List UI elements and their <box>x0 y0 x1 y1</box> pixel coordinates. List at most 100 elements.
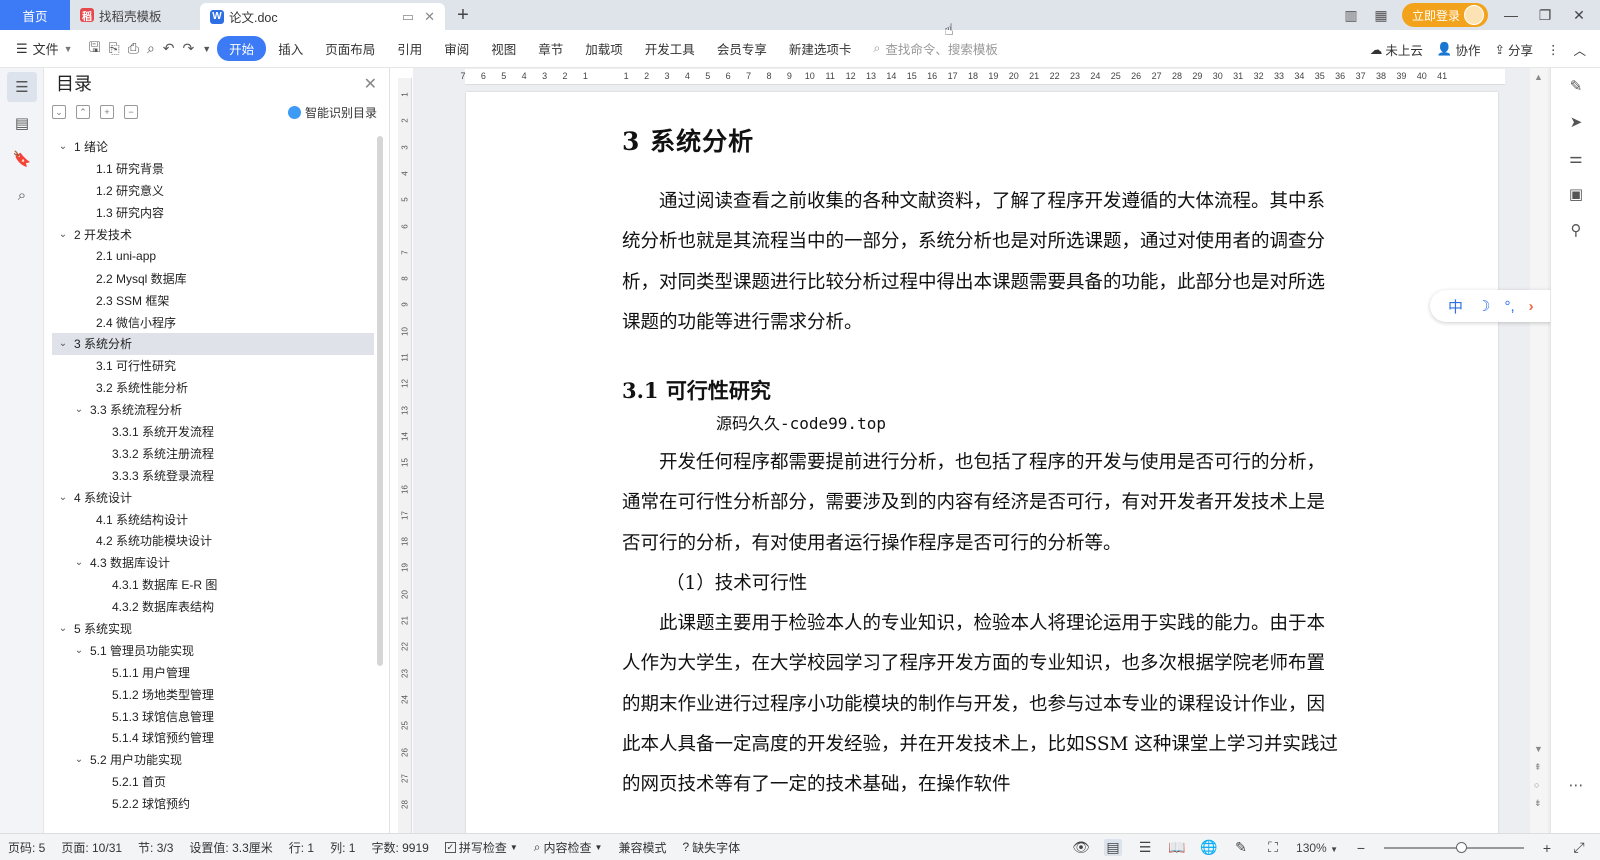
toc-item[interactable]: ⌄ 3 系统分析 <box>52 333 374 355</box>
rail-more-icon[interactable]: ⋯ <box>1551 767 1600 803</box>
select-browse-icon[interactable]: ○ <box>1534 780 1539 790</box>
toc-item[interactable]: 3.2 系统性能分析 <box>52 377 374 399</box>
ribbon-tab-7[interactable]: 加载项 <box>575 36 633 61</box>
next-page-icon[interactable]: ⇟ <box>1534 798 1542 809</box>
toc-item[interactable]: 5.1.4 球馆预约管理 <box>52 727 374 749</box>
document-page[interactable]: 3 系统分析 通过阅读查看之前收集的各种文献资料，了解了程序开发遵循的大体流程。… <box>466 92 1498 842</box>
toc-item[interactable]: 3.3.2 系统注册流程 <box>52 442 374 464</box>
chevron-down-icon[interactable]: ⌄ <box>56 338 70 349</box>
chevron-down-icon[interactable]: ⌄ <box>72 404 86 415</box>
toc-item[interactable]: 4.1 系统结构设计 <box>52 508 374 530</box>
command-search[interactable]: ⌕ 查找命令、搜索模板 <box>873 39 1123 58</box>
export-pdf-icon[interactable]: ⎘ <box>109 40 120 57</box>
page-view-icon[interactable]: ▤ <box>1104 839 1123 856</box>
scroll-up-icon[interactable]: ▲ <box>1534 72 1543 82</box>
toc-item[interactable]: 4.3.2 数据库表结构 <box>52 596 374 618</box>
zoom-value[interactable]: 130% ▼ <box>1296 841 1338 855</box>
image-tool-icon[interactable]: ▣ <box>1551 176 1600 212</box>
close-icon[interactable]: ✕ <box>364 74 377 94</box>
layout-toggle-icon[interactable]: ▥ <box>1342 7 1360 24</box>
save-icon[interactable]: 🖫 <box>89 37 101 61</box>
print-preview-icon[interactable]: ⌕ <box>147 40 155 57</box>
prev-page-icon[interactable]: ⇞ <box>1534 762 1542 773</box>
print-icon[interactable]: ⎙ <box>128 40 139 57</box>
quick-more-icon[interactable]: ▼ <box>202 44 211 54</box>
compat-mode-label[interactable]: 兼容模式 <box>610 839 674 856</box>
tab-templates[interactable]: 稻 找稻壳模板 <box>70 0 200 30</box>
toc-item[interactable]: 2.2 Mysql 数据库 <box>52 267 374 289</box>
location-icon[interactable]: ⚲ <box>1551 212 1600 248</box>
chevron-down-icon[interactable]: ⌄ <box>56 623 70 634</box>
tab-close-icon[interactable]: ✕ <box>424 9 435 25</box>
chevron-down-icon[interactable]: ⌄ <box>72 557 86 568</box>
eye-protect-icon[interactable]: 👁 <box>1072 839 1090 856</box>
file-menu-button[interactable]: ☰ 文件 ▼ <box>0 39 83 58</box>
chevron-down-icon[interactable]: ⌄ <box>72 754 86 765</box>
collaborate-button[interactable]: 👤 协作 <box>1437 40 1481 59</box>
toc-item[interactable]: 1.2 研究意义 <box>52 180 374 202</box>
document-scrollbar[interactable]: ▲ ▼ ⇞ ○ ⇟ <box>1530 68 1548 833</box>
toc-item[interactable]: ⌄ 5.1 管理员功能实现 <box>52 639 374 661</box>
edit-pen-icon[interactable]: ✎ <box>1551 68 1600 104</box>
ribbon-tab-5[interactable]: 视图 <box>481 36 526 61</box>
cloud-status-button[interactable]: ☁ 未上云 <box>1370 40 1423 59</box>
undo-icon[interactable]: ↶ <box>163 40 175 57</box>
toc-item[interactable]: 1.3 研究内容 <box>52 202 374 224</box>
ribbon-tab-10[interactable]: 新建选项卡 <box>779 36 862 61</box>
toc-item[interactable]: 5.2.2 球馆预约 <box>52 793 374 815</box>
expand-all-icon[interactable]: ⌃ <box>76 105 90 119</box>
collapse-ribbon-icon[interactable]: ︿ <box>1573 40 1586 59</box>
zoom-out-icon[interactable]: − <box>1352 840 1370 856</box>
toc-item[interactable]: ⌄ 5.2 用户功能实现 <box>52 749 374 771</box>
chevron-right-icon[interactable]: › <box>1529 298 1534 315</box>
ime-lang-label[interactable]: 中 <box>1448 296 1463 317</box>
bookmark-icon[interactable]: 🔖 <box>7 144 37 174</box>
read-view-icon[interactable]: 📖 <box>1168 839 1186 856</box>
ribbon-tab-3[interactable]: 引用 <box>387 36 432 61</box>
toc-item[interactable]: ⌄ 4 系统设计 <box>52 486 374 508</box>
find-icon[interactable]: ⌕ <box>7 180 37 210</box>
ribbon-tab-2[interactable]: 页面布局 <box>315 36 385 61</box>
fullscreen-icon[interactable]: ⤢ <box>1570 839 1588 856</box>
ribbon-tab-1[interactable]: 插入 <box>268 36 313 61</box>
toc-item[interactable]: 5.2.1 首页 <box>52 771 374 793</box>
chevron-down-icon[interactable]: ⌄ <box>72 645 86 656</box>
ribbon-tab-9[interactable]: 会员专享 <box>707 36 777 61</box>
minimize-icon[interactable]: — <box>1500 7 1522 23</box>
select-pointer-icon[interactable]: ➤ <box>1551 104 1600 140</box>
toc-item[interactable]: 2.3 SSM 框架 <box>52 289 374 311</box>
ime-punct-label[interactable]: °, <box>1504 298 1514 315</box>
ime-moon-label[interactable]: ☽ <box>1477 297 1490 315</box>
toc-item[interactable]: ⌄ 2 开发技术 <box>52 224 374 246</box>
status-word-count[interactable]: 字数: 9919 <box>363 839 436 856</box>
chevron-down-icon[interactable]: ⌄ <box>56 492 70 503</box>
apps-grid-icon[interactable]: ▦ <box>1372 7 1390 24</box>
toc-item[interactable]: ⌄ 3.3 系统流程分析 <box>52 399 374 421</box>
ribbon-tab-6[interactable]: 章节 <box>528 36 573 61</box>
ribbon-tab-0[interactable]: 开始 <box>217 36 267 61</box>
write-mode-icon[interactable]: ✎ <box>1232 839 1250 856</box>
zoom-slider[interactable] <box>1384 841 1524 853</box>
toc-item[interactable]: ⌄ 1 绪论 <box>52 136 374 158</box>
share-button[interactable]: ⇪ 分享 <box>1494 40 1533 59</box>
toc-item[interactable]: 3.3.3 系统登录流程 <box>52 464 374 486</box>
toc-item[interactable]: 3.1 可行性研究 <box>52 355 374 377</box>
zoom-slider-thumb[interactable] <box>1456 841 1467 853</box>
fit-page-icon[interactable]: ⛶ <box>1264 839 1282 856</box>
chapter-nav-icon[interactable]: ▤ <box>7 108 37 138</box>
outline-view-icon[interactable]: ☰ <box>1136 839 1154 856</box>
toc-item[interactable]: ⌄ 5 系统实现 <box>52 618 374 640</box>
redo-icon[interactable]: ↷ <box>183 40 195 57</box>
content-check-toggle[interactable]: ⌕ 内容检查 ▼ <box>526 839 611 856</box>
web-view-icon[interactable]: 🌐 <box>1200 839 1218 856</box>
toc-item[interactable]: 2.1 uni-app <box>52 245 374 267</box>
tab-home[interactable]: 首页 <box>0 0 70 30</box>
new-tab-button[interactable]: + <box>445 0 481 30</box>
ribbon-tab-8[interactable]: 开发工具 <box>635 36 705 61</box>
restore-icon[interactable]: ❐ <box>1534 7 1556 24</box>
toc-item[interactable]: ⌄ 4.3 数据库设计 <box>52 552 374 574</box>
scroll-down-icon[interactable]: ▼ <box>1534 744 1543 754</box>
adjust-sliders-icon[interactable]: ⚌ <box>1551 140 1600 176</box>
toc-item[interactable]: 4.2 系统功能模块设计 <box>52 530 374 552</box>
more-options-icon[interactable]: ⋮ <box>1547 42 1560 57</box>
